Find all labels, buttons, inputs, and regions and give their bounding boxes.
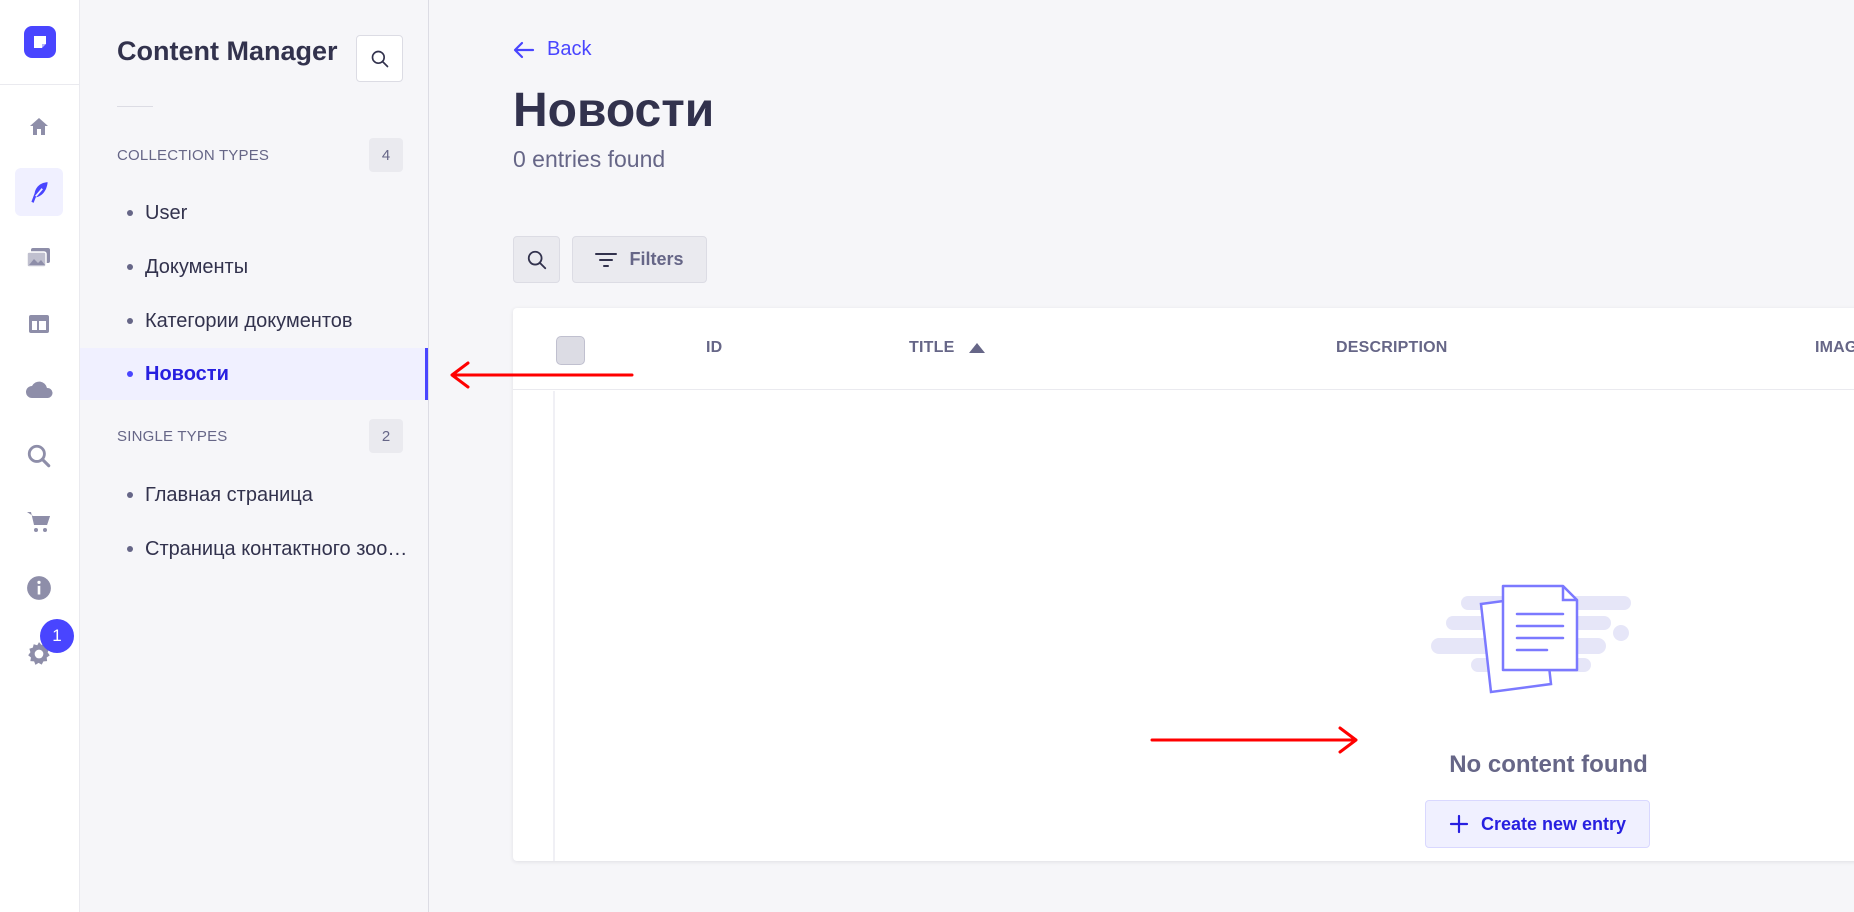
app-root: 1 Content Manager COLLECTION TYPES 4 Use…	[0, 0, 1854, 912]
subnav-item-petting-zoo-page[interactable]: Страница контактного зоо…	[80, 523, 428, 575]
annotation-arrow-right-icon	[1150, 726, 1358, 754]
single-types-count: 2	[369, 419, 403, 453]
search-icon	[371, 50, 388, 67]
sort-ascending-icon	[969, 343, 986, 353]
content-manager-subnav: Content Manager COLLECTION TYPES 4 User …	[80, 0, 429, 912]
filters-button[interactable]: Filters	[572, 236, 707, 283]
column-header-description[interactable]: DESCRIPTION	[1336, 339, 1448, 357]
subnav-item-label: Документы	[145, 255, 249, 278]
media-library-icon[interactable]	[15, 234, 63, 282]
page-title: Новости	[513, 84, 715, 137]
table-search-button[interactable]	[513, 236, 560, 283]
column-header-image[interactable]: IMAG	[1815, 339, 1854, 357]
cloud-icon[interactable]	[15, 366, 63, 414]
bullet-icon	[127, 371, 133, 377]
bullet-icon	[127, 492, 133, 498]
subnav-divider	[117, 106, 153, 107]
back-link[interactable]: Back	[513, 38, 591, 61]
create-new-entry-button[interactable]: Create new entry	[1425, 800, 1650, 848]
bullet-icon	[127, 546, 133, 552]
main-nav-rail: 1	[0, 0, 80, 912]
filter-icon	[595, 252, 618, 267]
home-icon[interactable]	[15, 103, 63, 151]
empty-documents-icon	[1431, 584, 1631, 694]
logo-area	[0, 0, 79, 85]
arrow-left-icon	[513, 41, 535, 58]
cart-icon[interactable]	[15, 498, 63, 546]
subnav-search-button[interactable]	[356, 35, 403, 82]
search-icon	[527, 250, 546, 269]
subnav-item-news[interactable]: Новости	[80, 348, 428, 400]
subnav-item-label: Страница контактного зоо…	[145, 537, 408, 560]
info-icon[interactable]	[15, 564, 63, 612]
subnav-item-label: Категории документов	[145, 309, 353, 332]
column-header-title[interactable]: TITLE	[909, 339, 986, 357]
notification-badge: 1	[40, 619, 74, 653]
logo-icon[interactable]	[23, 26, 56, 58]
collection-types-heading[interactable]: COLLECTION TYPES	[117, 147, 269, 164]
feather-icon[interactable]	[15, 168, 63, 216]
subnav-item-document-categories[interactable]: Категории документов	[80, 295, 428, 347]
single-types-heading[interactable]: SINGLE TYPES	[117, 428, 228, 445]
empty-state-message: No content found	[1449, 751, 1648, 778]
annotation-arrow-left-icon	[450, 361, 634, 389]
subnav-item-label: User	[145, 201, 188, 224]
filters-label: Filters	[629, 249, 684, 269]
subnav-item-user[interactable]: User	[80, 187, 428, 239]
subnav-item-label: Главная страница	[145, 483, 313, 506]
search-icon[interactable]	[15, 432, 63, 480]
entries-table: ID TITLE DESCRIPTION IMAG No content fou…	[513, 308, 1854, 861]
subnav-item-label: Новости	[145, 362, 229, 385]
subnav-title: Content Manager	[117, 36, 338, 66]
column-header-id[interactable]: ID	[706, 339, 722, 357]
subnav-item-home-page[interactable]: Главная страница	[80, 469, 428, 521]
main-content: Back Новости 0 entries found Filters ID …	[430, 0, 1854, 912]
bullet-icon	[127, 318, 133, 324]
table-header: ID TITLE DESCRIPTION IMAG	[513, 308, 1854, 390]
bullet-icon	[127, 264, 133, 270]
subnav-item-documents[interactable]: Документы	[80, 241, 428, 293]
back-label: Back	[547, 38, 592, 60]
content-type-builder-icon[interactable]	[15, 300, 63, 348]
bullet-icon	[127, 210, 133, 216]
collection-types-count: 4	[369, 138, 403, 172]
table-body: No content found Create new entry	[553, 391, 1854, 861]
entries-count: 0 entries found	[513, 146, 666, 172]
plus-icon	[1449, 814, 1469, 834]
create-new-entry-label: Create new entry	[1480, 813, 1627, 834]
column-header-title-label: TITLE	[909, 339, 955, 356]
